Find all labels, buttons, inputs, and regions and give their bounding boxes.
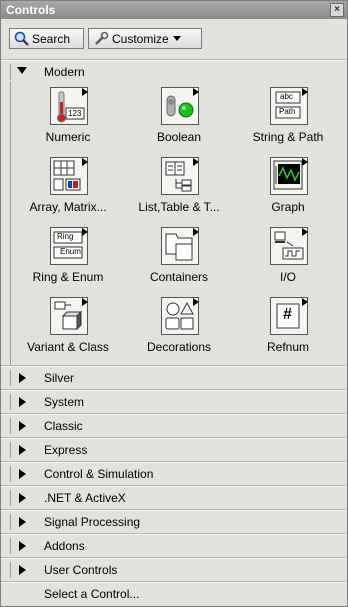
expand-right-icon bbox=[19, 493, 26, 503]
palette-item-string-path[interactable]: abc Path String & Path bbox=[233, 87, 343, 155]
containers-icon bbox=[161, 227, 199, 265]
category-label: Silver bbox=[44, 371, 75, 385]
category-label: .NET & ActiveX bbox=[44, 491, 126, 505]
palette-item-label: I/O bbox=[279, 270, 296, 284]
palette-item-ring-enum[interactable]: Ring Enum Ring & Enum bbox=[13, 227, 123, 295]
category-gutter bbox=[10, 490, 11, 506]
palette-item-label: Refnum bbox=[266, 340, 310, 354]
category-gutter bbox=[10, 562, 11, 578]
palette-item-refnum[interactable]: # Refnum bbox=[233, 297, 343, 365]
palette-item-label: Numeric bbox=[45, 130, 91, 144]
palette-title: Controls bbox=[6, 3, 56, 17]
variant-class-icon bbox=[50, 297, 88, 335]
customize-label: Customize bbox=[112, 31, 169, 46]
category-gutter bbox=[10, 538, 11, 554]
search-icon bbox=[14, 31, 29, 46]
search-label: Search bbox=[32, 31, 71, 46]
category-express-header[interactable]: Express bbox=[1, 439, 347, 461]
palette-item-label: List,Table & T... bbox=[138, 200, 220, 214]
palette-item-list-table-tree[interactable]: List,Table & T... bbox=[124, 157, 234, 225]
title-bar[interactable]: Controls × bbox=[1, 1, 347, 19]
category-gutter bbox=[10, 394, 11, 410]
ring-enum-icon: Ring Enum bbox=[50, 227, 88, 265]
category-gutter bbox=[10, 370, 11, 386]
palette-item-array-matrix[interactable]: Array, Matrix... bbox=[13, 157, 123, 225]
category-classic-header[interactable]: Classic bbox=[1, 415, 347, 437]
expand-right-icon bbox=[19, 373, 26, 383]
palette-item-label: Variant & Class bbox=[27, 340, 109, 354]
select-control-item[interactable]: Select a Control... bbox=[1, 583, 347, 605]
path-icon-text: Path bbox=[279, 107, 296, 116]
palette-item-label: Decorations bbox=[146, 340, 212, 354]
palette-item-label: Graph bbox=[271, 200, 305, 214]
customize-button[interactable]: Customize bbox=[88, 28, 202, 49]
category-label: Control & Simulation bbox=[44, 467, 154, 481]
expand-right-icon bbox=[19, 469, 26, 479]
category-gutter bbox=[10, 418, 11, 434]
expand-right-icon bbox=[19, 445, 26, 455]
decorations-icon bbox=[161, 297, 199, 335]
close-button[interactable]: × bbox=[330, 3, 344, 17]
array-matrix-icon bbox=[50, 157, 88, 195]
numeric-icon: 123 bbox=[50, 87, 88, 125]
refnum-icon-text: # bbox=[283, 306, 292, 323]
category-gutter bbox=[10, 466, 11, 482]
enum-icon-text: Enum bbox=[60, 247, 81, 256]
palette-item-graph[interactable]: Graph bbox=[233, 157, 343, 225]
category-addons-header[interactable]: Addons bbox=[1, 535, 347, 557]
string-path-icon: abc Path bbox=[270, 87, 308, 125]
expand-right-icon bbox=[19, 565, 26, 575]
category-modern-header[interactable]: Modern bbox=[1, 61, 347, 83]
category-control-simulation-header[interactable]: Control & Simulation bbox=[1, 463, 347, 485]
category-label: System bbox=[44, 395, 85, 409]
refnum-icon: # bbox=[270, 297, 308, 335]
expand-right-icon bbox=[19, 421, 26, 431]
search-button[interactable]: Search bbox=[9, 28, 84, 49]
string-icon-text: abc bbox=[280, 92, 293, 101]
numeric-icon-text: 123 bbox=[68, 109, 82, 118]
expand-right-icon bbox=[19, 541, 26, 551]
palette-item-io[interactable]: I/O bbox=[233, 227, 343, 295]
expand-right-icon bbox=[19, 517, 26, 527]
category-gutter bbox=[10, 64, 11, 80]
category-silver-header[interactable]: Silver bbox=[1, 367, 347, 389]
category-label: Express bbox=[44, 443, 88, 457]
palette-item-label: Containers bbox=[149, 270, 209, 284]
list-table-tree-icon bbox=[161, 157, 199, 195]
boolean-icon bbox=[161, 87, 199, 125]
palette-item-variant-class[interactable]: Variant & Class bbox=[13, 297, 123, 365]
palette-item-boolean[interactable]: Boolean bbox=[124, 87, 234, 155]
wrench-icon bbox=[95, 31, 109, 45]
palette-item-label: Boolean bbox=[156, 130, 202, 144]
category-gutter bbox=[10, 514, 11, 530]
chevron-down-icon bbox=[172, 35, 181, 41]
controls-palette: Controls × Search Customize Modern 123 N… bbox=[0, 0, 348, 607]
palette-item-label: String & Path bbox=[252, 130, 324, 144]
palette-item-containers[interactable]: Containers bbox=[124, 227, 234, 295]
expand-right-icon bbox=[19, 397, 26, 407]
io-icon bbox=[270, 227, 308, 265]
category-gutter bbox=[10, 442, 11, 458]
category-system-header[interactable]: System bbox=[1, 391, 347, 413]
graph-icon bbox=[270, 157, 308, 195]
modern-palette-panel: 123 Numeric Boolean abc Path String & Pa… bbox=[10, 81, 344, 365]
category-label: Modern bbox=[44, 65, 85, 79]
palette-item-label: Ring & Enum bbox=[32, 270, 104, 284]
select-control-label: Select a Control... bbox=[44, 587, 140, 601]
category-label: Addons bbox=[44, 539, 85, 553]
category-signal-processing-header[interactable]: Signal Processing bbox=[1, 511, 347, 533]
category-label: Classic bbox=[44, 419, 83, 433]
category-user-controls-header[interactable]: User Controls bbox=[1, 559, 347, 581]
palette-item-decorations[interactable]: Decorations bbox=[124, 297, 234, 365]
palette-item-numeric[interactable]: 123 Numeric bbox=[13, 87, 123, 155]
palette-item-label: Array, Matrix... bbox=[29, 200, 107, 214]
category-label: Signal Processing bbox=[44, 515, 141, 529]
category-label: User Controls bbox=[44, 563, 118, 577]
category-dotnet-activex-header[interactable]: .NET & ActiveX bbox=[1, 487, 347, 509]
expand-down-icon bbox=[17, 67, 27, 74]
ring-icon-text: Ring bbox=[57, 232, 74, 241]
toolbar: Search Customize bbox=[1, 19, 347, 59]
